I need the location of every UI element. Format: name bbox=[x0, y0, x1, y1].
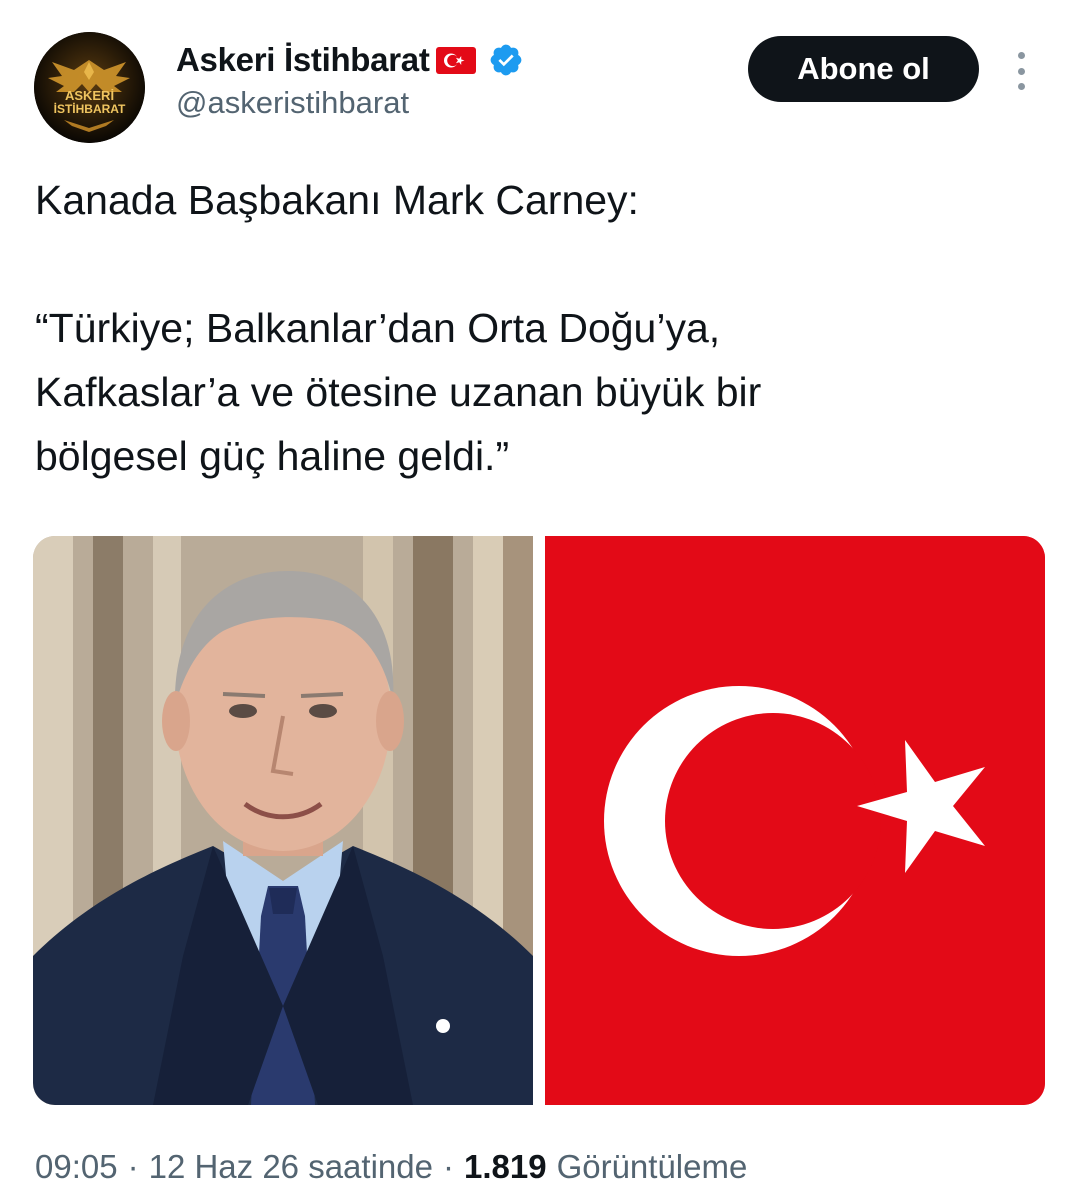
tweet-blank-line bbox=[35, 232, 1045, 296]
author-name-row[interactable]: Askeri İstihbarat bbox=[176, 38, 524, 82]
display-name[interactable]: Askeri İstihbarat bbox=[176, 41, 430, 79]
more-dot bbox=[1017, 83, 1025, 90]
tweet-time[interactable]: 09:05 bbox=[35, 1148, 118, 1186]
portrait-photo[interactable] bbox=[33, 536, 533, 1105]
askeri-istihbarat-logo-icon: ASKERİ İSTİHBARAT bbox=[34, 32, 145, 143]
more-dot bbox=[1017, 67, 1025, 75]
tweet-media bbox=[33, 536, 1045, 1105]
meta-separator: · bbox=[127, 1148, 139, 1185]
views-label[interactable]: Görüntüleme bbox=[557, 1148, 748, 1186]
author-handle[interactable]: @askeristihbarat bbox=[176, 85, 409, 121]
meta-separator: · bbox=[442, 1148, 454, 1185]
turkish-flag-image[interactable] bbox=[545, 536, 1045, 1105]
tweet-line: bölgesel güç haline geldi.” bbox=[35, 433, 510, 479]
tweet-line: Kanada Başbakanı Mark Carney: bbox=[35, 177, 639, 223]
svg-text:İSTİHBARAT: İSTİHBARAT bbox=[54, 101, 126, 116]
tweet-date[interactable]: 12 Haz 26 saatinde bbox=[149, 1148, 433, 1186]
tweet-text: Kanada Başbakanı Mark Carney: “Türkiye; … bbox=[35, 168, 1045, 488]
more-dot bbox=[1017, 52, 1025, 59]
more-options-icon[interactable] bbox=[1005, 48, 1037, 94]
turkey-flag-icon bbox=[545, 536, 1045, 1105]
turkey-flag-emoji-icon bbox=[435, 46, 476, 74]
tweet-line: “Türkiye; Balkanlar’dan Orta Doğu’ya, bbox=[35, 305, 721, 351]
verified-badge-icon bbox=[490, 44, 521, 76]
views-count[interactable]: 1.819 bbox=[464, 1148, 547, 1186]
tweet-meta: 09:05 · 12 Haz 26 saatinde · 1.819 Görün… bbox=[35, 1148, 747, 1186]
follow-button[interactable]: Abone ol bbox=[748, 36, 979, 102]
tweet-line: Kafkaslar’a ve ötesine uzanan büyük bir bbox=[35, 369, 762, 415]
author-avatar[interactable]: ASKERİ İSTİHBARAT bbox=[34, 32, 145, 143]
portrait-image bbox=[33, 536, 533, 1105]
svg-text:ASKERİ: ASKERİ bbox=[65, 88, 114, 103]
